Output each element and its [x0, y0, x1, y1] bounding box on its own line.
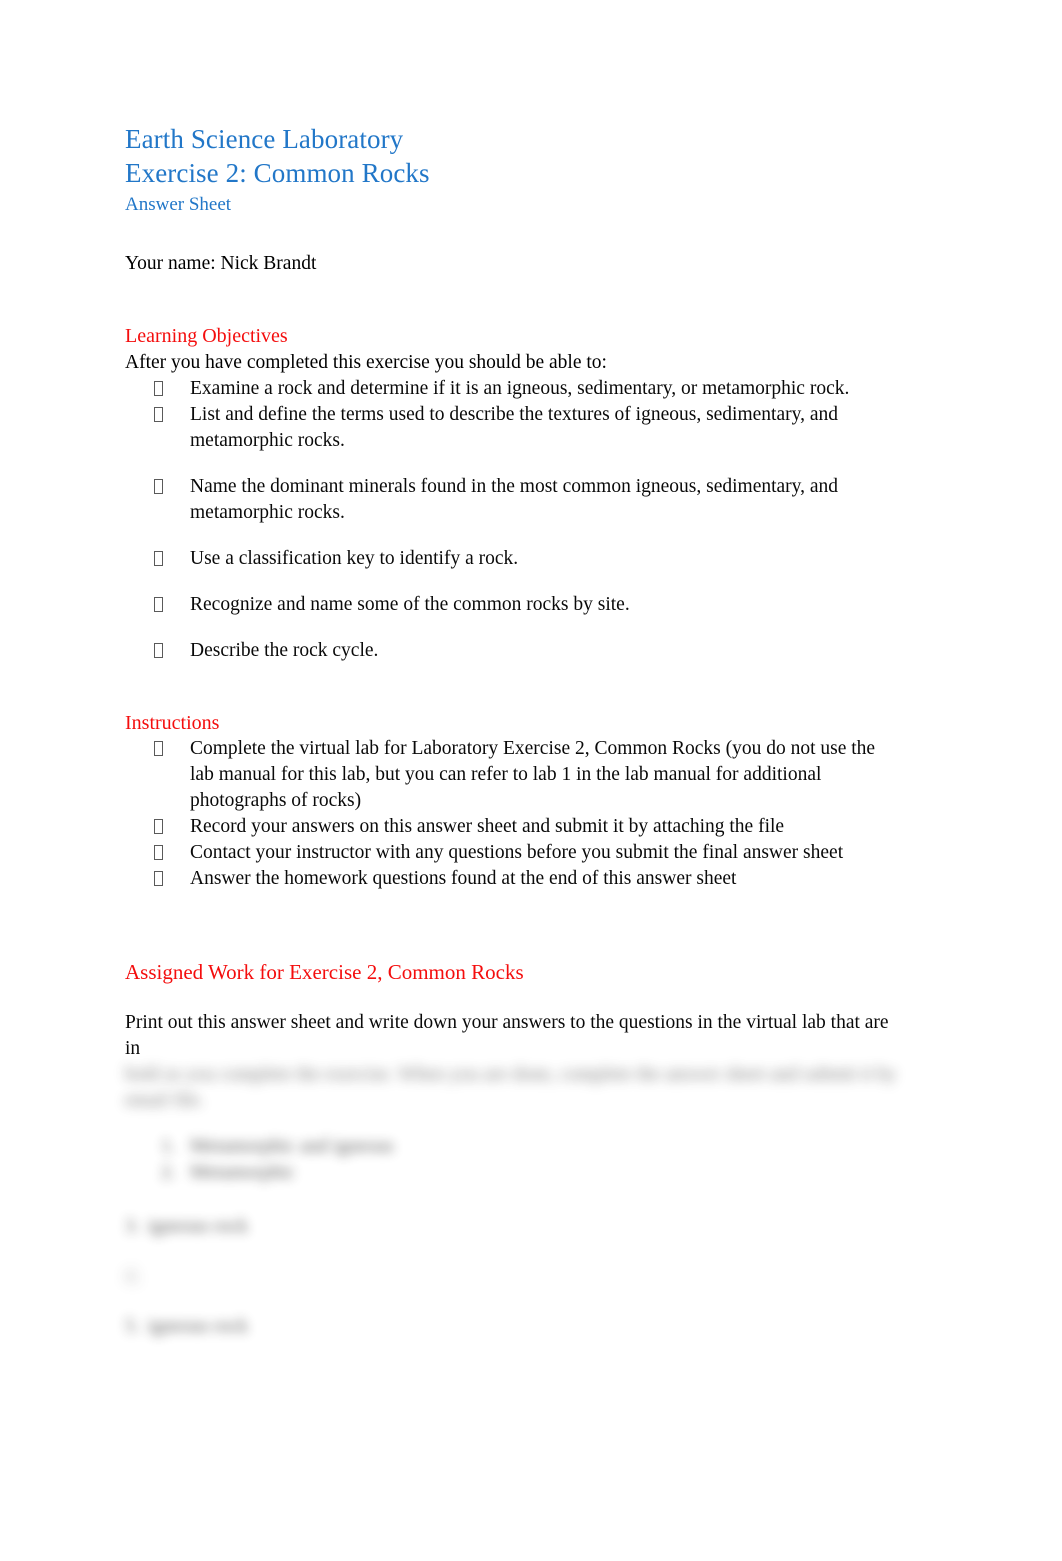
student-name-line: Your name: Nick Brandt	[125, 253, 317, 274]
bullet-box-icon	[154, 597, 163, 612]
bullet-box-icon	[154, 845, 163, 860]
list-item: Complete the virtual lab for Laboratory …	[125, 736, 900, 814]
answer-marker: 5.	[125, 1316, 140, 1337]
redacted-answer-line: 5. igneous rock	[125, 1314, 900, 1340]
redacted-answer-line: 4.	[125, 1264, 900, 1290]
list-item: Use a classification key to identify a r…	[125, 546, 900, 572]
list-item-text: Name the dominant minerals found in the …	[190, 476, 839, 523]
answer-text: igneous rock	[147, 1216, 249, 1237]
list-item-marker: 1.	[161, 1136, 176, 1157]
list-item: List and define the terms used to descri…	[125, 402, 900, 454]
answer-marker: 4.	[125, 1266, 140, 1287]
list-item: Answer the homework questions found at t…	[125, 866, 900, 892]
list-item: Describe the rock cycle.	[125, 638, 900, 664]
redacted-numbered-list: 1. Metamorphic and igneous 2. Metamorphi…	[125, 1134, 900, 1186]
redacted-paragraph-line: bold as you complete the exercise. When …	[125, 1064, 897, 1085]
redacted-answer-line: 3. igneous rock	[125, 1214, 900, 1240]
redacted-paragraph-line: email file.	[125, 1090, 205, 1111]
bullet-box-icon	[154, 871, 163, 886]
list-item-text: Complete the virtual lab for Laboratory …	[190, 738, 876, 811]
answer-marker: 3.	[125, 1216, 140, 1237]
answer-text: igneous rock	[147, 1316, 249, 1337]
list-item: Record your answers on this answer sheet…	[125, 814, 900, 840]
bullet-box-icon	[154, 819, 163, 834]
list-item-text: Contact your instructor with any questio…	[190, 842, 844, 863]
list-item-text: Use a classification key to identify a r…	[190, 548, 519, 569]
document-title-line-2: Exercise 2: Common Rocks	[125, 158, 430, 188]
list-item: Recognize and name some of the common ro…	[125, 592, 900, 618]
instructions-heading: Instructions	[125, 712, 220, 734]
list-item-text: Record your answers on this answer sheet…	[190, 816, 785, 837]
bullet-box-icon	[154, 479, 163, 494]
list-item-text: Metamorphic and igneous	[190, 1136, 394, 1157]
redacted-region: bold as you complete the exercise. When …	[125, 1062, 900, 1340]
bullet-box-icon	[154, 741, 163, 756]
list-item-text: Describe the rock cycle.	[190, 640, 379, 661]
document-title-line-1: Earth Science Laboratory	[125, 124, 404, 154]
list-item-text: List and define the terms used to descri…	[190, 404, 839, 451]
document-content: Earth Science Laboratory Exercise 2: Com…	[125, 122, 900, 1340]
learning-objectives-heading: Learning Objectives	[125, 325, 288, 347]
list-item: Name the dominant minerals found in the …	[125, 474, 900, 526]
list-item: Examine a rock and determine if it is an…	[125, 376, 900, 402]
list-item-text: Answer the homework questions found at t…	[190, 868, 737, 889]
learning-objectives-list: Examine a rock and determine if it is an…	[125, 376, 900, 664]
list-item: Contact your instructor with any questio…	[125, 840, 900, 866]
list-item-text: Metamorphic	[190, 1162, 296, 1183]
bullet-box-icon	[154, 407, 163, 422]
list-item-marker: 2.	[161, 1162, 176, 1183]
list-item-text: Examine a rock and determine if it is an…	[190, 378, 850, 399]
assigned-work-heading: Assigned Work for Exercise 2, Common Roc…	[125, 960, 524, 984]
bullet-box-icon	[154, 551, 163, 566]
document-page: Earth Science Laboratory Exercise 2: Com…	[0, 0, 1062, 1561]
instructions-list: Complete the virtual lab for Laboratory …	[125, 736, 900, 892]
list-item-text: Recognize and name some of the common ro…	[190, 594, 630, 615]
bullet-box-icon	[154, 381, 163, 396]
assigned-work-paragraph: Print out this answer sheet and write do…	[125, 1012, 889, 1059]
list-item: 1. Metamorphic and igneous	[125, 1134, 900, 1160]
list-item: 2. Metamorphic	[125, 1160, 900, 1186]
document-subtitle: Answer Sheet	[125, 194, 232, 215]
bullet-box-icon	[154, 643, 163, 658]
learning-objectives-lead-in: After you have completed this exercise y…	[125, 352, 607, 373]
